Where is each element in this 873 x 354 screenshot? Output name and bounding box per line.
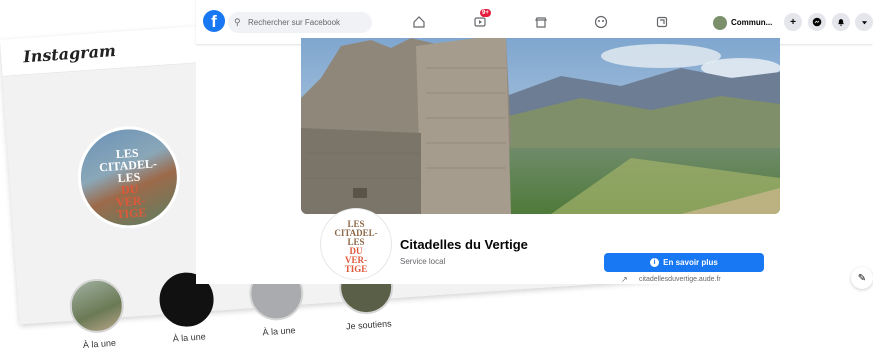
brand-logo-text: LES CITADEL- LES DU VER- TIGE [91, 145, 168, 222]
profile-name: Commun... [731, 18, 773, 27]
external-link-icon: ↗ [621, 275, 628, 284]
instagram-avatar[interactable]: LES CITADEL- LES DU VER- TIGE [74, 122, 184, 232]
search-input[interactable]: ⚲ Rechercher sur Facebook [228, 12, 372, 33]
search-icon: ⚲ [234, 17, 241, 27]
highlight-thumbnail [67, 277, 126, 335]
facebook-logo-icon[interactable]: f [203, 10, 225, 32]
profile-shortcut[interactable]: Commun... [713, 12, 772, 33]
avatar [713, 15, 727, 30]
highlight-label: À la une [262, 325, 296, 338]
edit-icon[interactable]: ✎ [851, 267, 873, 289]
learn-more-label: En savoir plus [663, 258, 718, 267]
page-profile-picture[interactable]: LES CITADEL- LES DU VER- TIGE [321, 209, 391, 279]
highlight-label: Je soutiens [345, 318, 392, 332]
groups-icon[interactable] [592, 13, 610, 31]
story-highlight[interactable]: À la une [67, 277, 128, 351]
search-placeholder: Rechercher sur Facebook [248, 18, 341, 27]
notification-badge: 9+ [480, 9, 491, 17]
bell-icon[interactable] [832, 13, 850, 31]
facebook-page: f ⚲ Rechercher sur Facebook 9+ Commun...… [196, 0, 873, 284]
caret-down-icon[interactable] [855, 13, 873, 31]
home-icon[interactable] [410, 13, 428, 31]
brand-line: TIGE [344, 264, 368, 274]
messenger-icon[interactable] [808, 13, 826, 31]
plus-icon[interactable]: + [784, 13, 802, 31]
website-link[interactable]: citadellesduvertige.aude.fr [639, 276, 721, 283]
brand-logo-text: LES CITADEL- LES DU VER- TIGE [324, 220, 388, 274]
gaming-icon[interactable] [653, 13, 671, 31]
instagram-logo[interactable]: Instagram [23, 40, 117, 65]
marketplace-icon[interactable] [532, 13, 550, 31]
learn-more-button[interactable]: i En savoir plus [604, 253, 764, 272]
highlight-label: À la une [82, 337, 117, 350]
video-icon[interactable]: 9+ [471, 9, 491, 31]
page-title: Citadelles du Vertige [400, 237, 528, 252]
page-category: Service local [400, 257, 446, 266]
cover-photo[interactable] [301, 38, 780, 214]
info-icon: i [650, 258, 660, 267]
